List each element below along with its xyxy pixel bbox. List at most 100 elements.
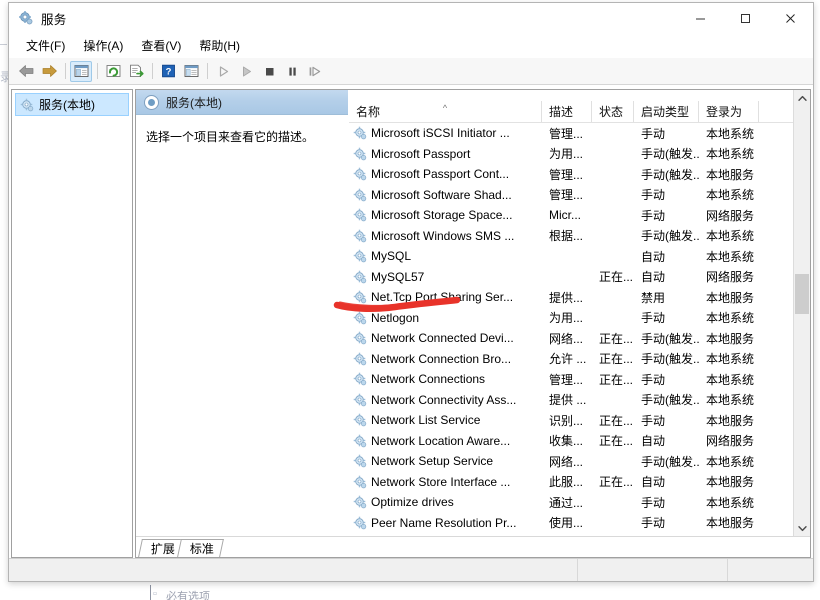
cell-logon: 本地系统	[706, 188, 755, 203]
table-row[interactable]: Network Setup Service 网络... 手动(触发... 本地系统	[349, 451, 793, 472]
scrollbar-thumb[interactable]	[795, 274, 809, 314]
service-name-label: MySQL57	[371, 269, 425, 284]
cell-description: 网络...	[549, 331, 584, 346]
table-row[interactable]: Network Store Interface ... 此服... 正在... 自动 本…	[349, 472, 793, 493]
show-hide-tree-icon[interactable]	[70, 60, 92, 82]
table-row[interactable]: Microsoft Storage Space... Micr... 手动 网络服务	[349, 205, 793, 226]
table-row[interactable]: Network Location Aware... 收集... 正在... 自动 网络服…	[349, 431, 793, 452]
table-row[interactable]: MySQL57 正在... 自动 网络服务	[349, 267, 793, 288]
gear-icon	[353, 495, 367, 509]
table-row[interactable]: Microsoft Passport 为用... 手动(触发... 本地系统	[349, 144, 793, 165]
close-button[interactable]	[768, 3, 813, 33]
cell-description: 使用...	[549, 516, 584, 531]
table-row[interactable]: Optimize drives 通过... 手动 本地系统	[349, 492, 793, 513]
refresh-icon[interactable]	[102, 61, 124, 82]
column-header-log-on-as[interactable]: 登录为	[699, 101, 759, 122]
restart-icon[interactable]	[304, 61, 326, 82]
cell-logon: 本地系统	[706, 495, 755, 510]
menu-file[interactable]: 文件(F)	[17, 34, 74, 57]
cell-status: 正在...	[599, 475, 634, 490]
gear-icon	[353, 372, 367, 386]
service-name-label: Netlogon	[371, 310, 420, 325]
table-row[interactable]: Microsoft Windows SMS ... 根据... 手动(触发... 本地…	[349, 226, 793, 247]
cell-description: 收集...	[549, 434, 584, 449]
column-header-status[interactable]: 状态	[592, 101, 634, 122]
column-header-name-label: 名称	[356, 105, 381, 119]
status-pane-third	[728, 559, 813, 581]
view-tabs: 扩展 标准	[136, 536, 810, 557]
cell-description: 为用...	[549, 311, 584, 326]
cell-startup: 手动	[641, 372, 666, 387]
table-row[interactable]: Microsoft Software Shad... 管理... 手动 本地系统	[349, 185, 793, 206]
stop-icon[interactable]	[258, 61, 280, 82]
gear-icon	[353, 249, 367, 263]
back-arrow-icon[interactable]	[15, 61, 37, 82]
scroll-up-icon[interactable]	[794, 90, 810, 106]
table-row[interactable]: Network Connectivity Ass... 提供 ... 手动(触发..…	[349, 390, 793, 411]
list-rows-viewport[interactable]: Microsoft iSCSI Initiator ... 管理... 手动 本地系统…	[349, 123, 793, 536]
cell-description: 管理...	[549, 167, 584, 182]
menu-action[interactable]: 操作(A)	[74, 34, 132, 57]
tab-standard[interactable]: 标准	[177, 539, 224, 557]
service-name-label: Network List Service	[371, 413, 481, 428]
play-all-icon[interactable]	[235, 61, 257, 82]
table-row[interactable]: Network List Service 识别... 正在... 手动 本地服务	[349, 410, 793, 431]
service-name-label: Microsoft Storage Space...	[371, 208, 513, 223]
cell-name: Network List Service	[349, 413, 542, 427]
cell-startup: 手动	[641, 208, 666, 223]
table-row[interactable]: Microsoft iSCSI Initiator ... 管理... 手动 本地系统	[349, 123, 793, 144]
table-row[interactable]: Microsoft Passport Cont... 管理... 手动(触发... 本…	[349, 164, 793, 185]
cell-status: 正在...	[599, 331, 634, 346]
service-name-label: Net.Tcp Port Sharing Ser...	[371, 290, 514, 305]
window-body: 服务(本地) 服务(本地) 选择一个项目来查看它的描述。 名称 ^ 描述 状态 …	[9, 85, 813, 558]
service-name-label: Optimize drives	[371, 495, 454, 510]
cell-name: Netlogon	[349, 311, 542, 325]
cell-startup: 禁用	[641, 290, 666, 305]
column-header-startup-type[interactable]: 启动类型	[634, 101, 699, 122]
cell-description: 根据...	[549, 229, 584, 244]
service-name-label: Network Connection Bro...	[371, 351, 512, 366]
cell-description: 管理...	[549, 126, 584, 141]
table-row[interactable]: Network Connected Devi... 网络... 正在... 手动(触发…	[349, 328, 793, 349]
column-header-description[interactable]: 描述	[542, 101, 592, 122]
minimize-button[interactable]	[678, 3, 723, 33]
cell-logon: 本地系统	[706, 147, 755, 162]
menu-view[interactable]: 查看(V)	[132, 34, 190, 57]
gear-icon	[353, 352, 367, 366]
cell-logon: 本地服务	[706, 413, 755, 428]
table-row[interactable]: Netlogon 为用... 手动 本地系统	[349, 308, 793, 329]
cell-name: Optimize drives	[349, 495, 542, 509]
table-row[interactable]: Peer Name Resolution Pr... 使用... 手动 本地服务	[349, 513, 793, 534]
column-header-name[interactable]: 名称 ^	[349, 101, 542, 122]
cell-startup: 手动(触发...	[641, 331, 699, 346]
cell-startup: 手动(触发...	[641, 147, 699, 162]
gear-icon	[353, 270, 367, 284]
gear-icon	[353, 188, 367, 202]
export-list-icon[interactable]	[125, 61, 147, 82]
maximize-button[interactable]	[723, 3, 768, 33]
properties-icon[interactable]	[180, 61, 202, 82]
cell-description: 识别...	[549, 413, 584, 428]
column-header-filler	[759, 101, 793, 122]
list-vertical-scrollbar[interactable]	[793, 90, 810, 536]
scroll-down-icon[interactable]	[794, 520, 810, 536]
forward-arrow-icon[interactable]	[38, 61, 60, 82]
cell-logon: 本地系统	[706, 372, 755, 387]
list-header-row: 名称 ^ 描述 状态 启动类型 登录为	[349, 101, 793, 123]
cell-startup: 自动	[641, 475, 666, 490]
table-row[interactable]: Net.Tcp Port Sharing Ser... 提供... 禁用 本地服务	[349, 287, 793, 308]
pause-icon[interactable]	[281, 61, 303, 82]
column-header-status-label: 状态	[599, 105, 624, 119]
table-row[interactable]: Network Connections 管理... 正在... 手动 本地系统	[349, 369, 793, 390]
play-icon[interactable]	[212, 61, 234, 82]
screen: 录 ▫ 必有选项 服务 文件(F) 操作(A) 查看(V) 帮助(H) ? 服务…	[0, 0, 820, 600]
help-icon[interactable]: ?	[157, 61, 179, 82]
gear-icon	[353, 208, 367, 222]
cell-startup: 手动(触发...	[641, 393, 699, 408]
menu-help[interactable]: 帮助(H)	[190, 34, 249, 57]
sidebar-item-services-local[interactable]: 服务(本地)	[15, 93, 129, 116]
scrollbar-track[interactable]	[794, 106, 810, 520]
service-name-label: Network Connected Devi...	[371, 331, 514, 346]
table-row[interactable]: MySQL 自动 本地系统	[349, 246, 793, 267]
table-row[interactable]: Network Connection Bro... 允许 ... 正在... 手动(触…	[349, 349, 793, 370]
